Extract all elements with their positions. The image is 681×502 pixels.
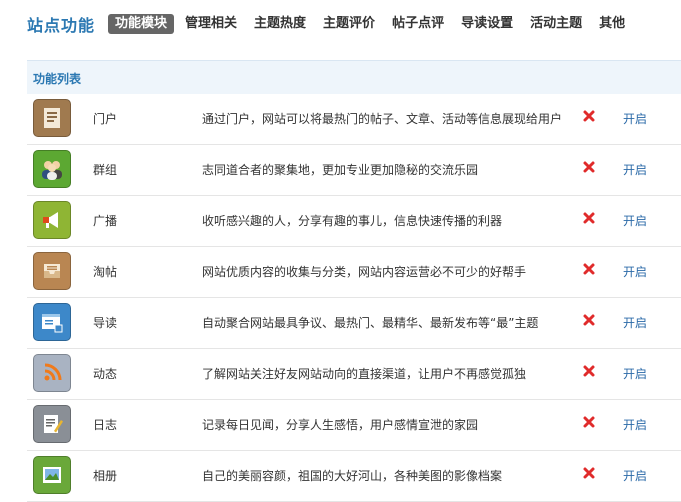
top-bar: 站点功能 功能模块 管理相关 主题热度 主题评价 帖子点评 导读设置 活动主题 … [0,0,681,50]
tab-activity-topics[interactable]: 活动主题 [530,14,582,34]
guide-icon [33,303,71,341]
feature-description: 记录每日见闻，分享人生感悟，用户感情宣泄的家园 [202,418,479,432]
feature-description: 自动聚合网站最具争议、最热门、最精华、最新发布等“最”主题 [202,316,539,330]
tab-bar: 功能模块 管理相关 主题热度 主题评价 帖子点评 导读设置 活动主题 其他 [108,14,642,34]
feature-description: 自己的美丽容颜，祖国的大好河山，各种美图的影像档案 [202,469,503,483]
list-item: 淘帖 网站优质内容的收集与分类，网站内容运营必不可少的好帮手 开启 [27,247,681,298]
list-title: 功能列表 [33,72,82,86]
tab-topic-rating[interactable]: 主题评价 [323,14,375,34]
enable-button[interactable]: 开启 [623,314,647,331]
album-icon [33,456,71,494]
feature-name: 动态 [93,367,118,381]
disabled-x-icon [583,110,595,122]
tab-management[interactable]: 管理相关 [185,14,237,34]
enable-button[interactable]: 开启 [623,161,647,178]
disabled-x-icon [583,314,595,326]
list-item: 群组 志同道合者的聚集地，更加专业更加隐秘的交流乐园 开启 [27,145,681,196]
feed-icon [33,354,71,392]
feature-name: 广播 [93,214,118,228]
broadcast-icon [33,201,71,239]
feature-name: 淘帖 [93,265,118,279]
list-item: 门户 通过门户，网站可以将最热门的帖子、文章、活动等信息展现给用户 开启 [27,94,681,145]
feature-name: 日志 [93,418,118,432]
feature-name: 相册 [93,469,118,483]
feature-name: 导读 [93,316,118,330]
disabled-x-icon [583,263,595,275]
feature-description: 志同道合者的聚集地，更加专业更加隐秘的交流乐园 [202,163,479,177]
enable-button[interactable]: 开启 [623,212,647,229]
list-item: 动态 了解网站关注好友网站动向的直接渠道，让用户不再感觉孤独 开启 [27,349,681,400]
enable-button[interactable]: 开启 [623,416,647,433]
feature-description: 通过门户，网站可以将最热门的帖子、文章、活动等信息展现给用户 [202,112,563,126]
disabled-x-icon [583,365,595,377]
list-item: 广播 收听感兴趣的人，分享有趣的事儿，信息快速传播的利器 开启 [27,196,681,247]
tab-modules[interactable]: 功能模块 [108,14,175,34]
portal-icon [33,99,71,137]
group-icon [33,150,71,188]
tab-post-comments[interactable]: 帖子点评 [392,14,444,34]
list-header: 功能列表 [27,60,681,94]
list-item: 相册 自己的美丽容颜，祖国的大好河山，各种美图的影像档案 开启 [27,451,681,502]
feature-description: 网站优质内容的收集与分类，网站内容运营必不可少的好帮手 [202,265,527,279]
feature-description: 了解网站关注好友网站动向的直接渠道，让用户不再感觉孤独 [202,367,527,381]
page-title: 站点功能 [27,16,96,35]
tab-other[interactable]: 其他 [599,14,625,34]
enable-button[interactable]: 开启 [623,365,647,382]
tab-guide-settings[interactable]: 导读设置 [461,14,513,34]
disabled-x-icon [583,416,595,428]
tab-topic-heat[interactable]: 主题热度 [254,14,306,34]
feature-description: 收听感兴趣的人，分享有趣的事儿，信息快速传播的利器 [202,214,503,228]
disabled-x-icon [583,212,595,224]
blog-icon [33,405,71,443]
feature-name: 门户 [93,112,118,126]
enable-button[interactable]: 开启 [623,467,647,484]
list-item: 导读 自动聚合网站最具争议、最热门、最精华、最新发布等“最”主题 开启 [27,298,681,349]
enable-button[interactable]: 开启 [623,263,647,280]
feature-name: 群组 [93,163,118,177]
list-item: 日志 记录每日见闻，分享人生感悟，用户感情宣泄的家园 开启 [27,400,681,451]
collection-icon [33,252,71,290]
feature-list: 门户 通过门户，网站可以将最热门的帖子、文章、活动等信息展现给用户 开启 群组 … [27,94,681,502]
enable-button[interactable]: 开启 [623,110,647,127]
disabled-x-icon [583,161,595,173]
disabled-x-icon [583,467,595,479]
